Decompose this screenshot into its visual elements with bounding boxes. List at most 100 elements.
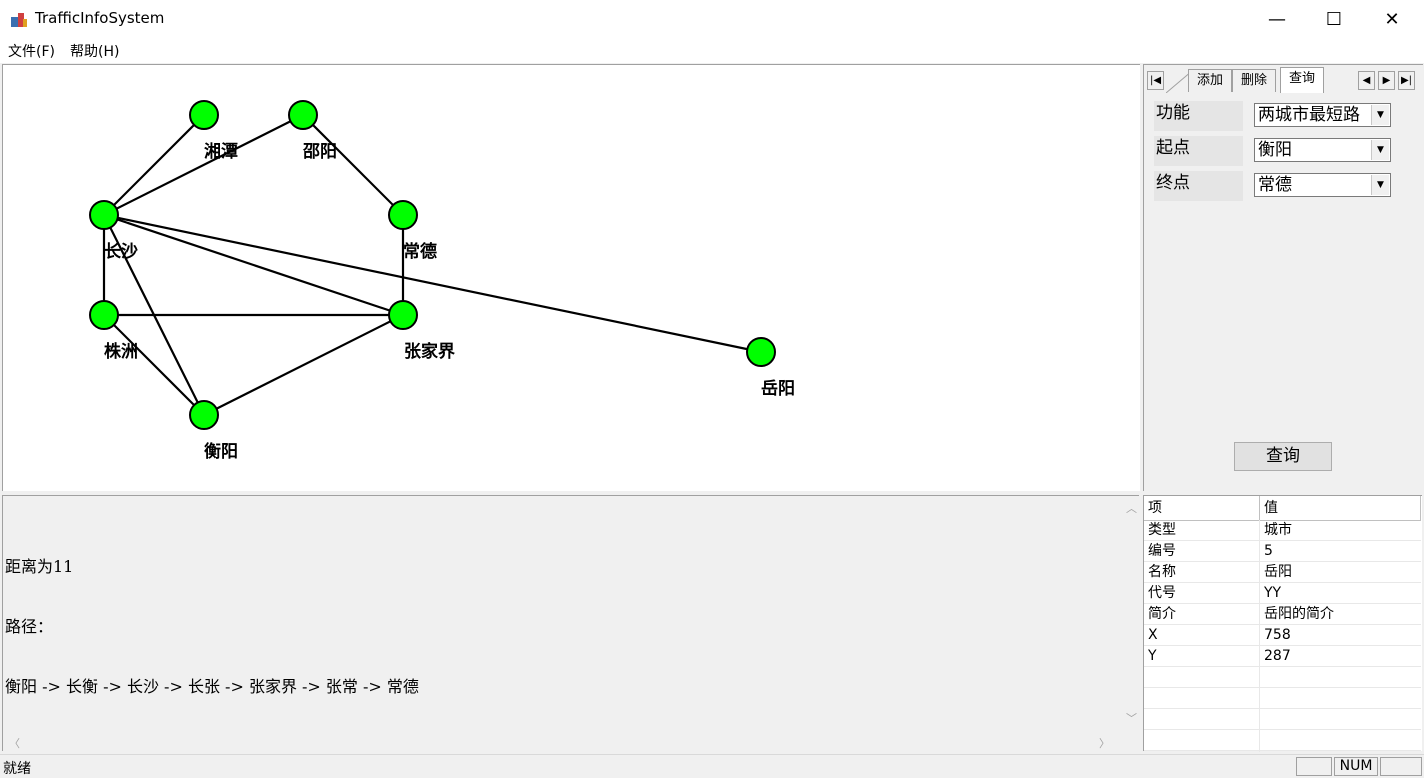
- start-row: 起点 衡阳 ▼: [1154, 136, 1416, 167]
- property-value: 758: [1264, 627, 1291, 643]
- header-item[interactable]: 项: [1144, 496, 1260, 520]
- prev-tab-icon[interactable]: ◀: [1358, 71, 1375, 90]
- city-node[interactable]: [89, 200, 119, 230]
- query-button[interactable]: 查询: [1234, 442, 1332, 471]
- road-edge: [103, 114, 205, 216]
- title-bar: TrafficInfoSystem — ☐ ✕: [0, 0, 1424, 38]
- property-value: [1260, 709, 1421, 729]
- property-row[interactable]: [1144, 688, 1421, 709]
- property-key: [1144, 667, 1260, 687]
- property-key: 名称: [1148, 564, 1176, 580]
- city-node[interactable]: [746, 337, 776, 367]
- property-row[interactable]: 简介 岳阳的简介: [1144, 604, 1421, 625]
- property-row[interactable]: Y 287: [1144, 646, 1421, 667]
- city-node[interactable]: [189, 100, 219, 130]
- chevron-down-icon[interactable]: ▼: [1371, 175, 1389, 195]
- column-divider: [1259, 520, 1260, 752]
- property-key: 代号: [1148, 585, 1176, 601]
- window-title: TrafficInfoSystem: [35, 9, 165, 27]
- status-panel-blank-2: [1380, 757, 1422, 776]
- property-key: X: [1148, 627, 1158, 643]
- maximize-icon: ☐: [1325, 8, 1343, 30]
- property-row[interactable]: 类型 城市: [1144, 520, 1421, 541]
- menu-file[interactable]: 文件(F): [8, 41, 55, 61]
- start-select[interactable]: 衡阳 ▼: [1254, 138, 1391, 162]
- output-pane[interactable]: 距离为11 路径： 衡阳 -> 长衡 -> 长沙 -> 长张 -> 张家界 ->…: [2, 495, 1139, 751]
- property-row[interactable]: [1144, 730, 1421, 751]
- header-value[interactable]: 值: [1260, 496, 1421, 520]
- output-text: 距离为11 路径： 衡阳 -> 长衡 -> 长沙 -> 长张 -> 张家界 ->…: [5, 517, 419, 737]
- city-label: 株洲: [104, 341, 138, 362]
- property-row[interactable]: 名称 岳阳: [1144, 562, 1421, 583]
- graph-view[interactable]: 湘潭 邵阳 长沙 常德 株洲 张家界 岳阳 衡阳: [2, 64, 1140, 491]
- city-node[interactable]: [388, 200, 418, 230]
- property-value: YY: [1264, 585, 1282, 601]
- road-edge: [103, 213, 404, 317]
- status-text: 就绪: [3, 761, 31, 777]
- city-label: 衡阳: [204, 441, 238, 462]
- property-value: [1260, 730, 1421, 750]
- chevron-down-icon[interactable]: ▼: [1371, 105, 1389, 125]
- property-row[interactable]: [1144, 667, 1421, 688]
- function-label: 功能: [1154, 101, 1243, 131]
- chevron-down-icon[interactable]: ▼: [1371, 140, 1389, 160]
- control-panel: |◀ 添加 删除 查询 ◀ ▶ ▶| 功能 两城市最短路 ▼ 起点 衡阳 ▼ 终…: [1143, 64, 1423, 491]
- property-grid[interactable]: 项 值 类型 城市编号 5 名称 岳阳代号 YY 简介 岳阳的简介 X 758 Y 287: [1143, 495, 1422, 752]
- close-icon: ✕: [1384, 8, 1400, 30]
- close-button[interactable]: ✕: [1363, 0, 1421, 38]
- property-value: 287: [1264, 648, 1291, 664]
- next-tab-icon[interactable]: ▶: [1378, 71, 1395, 90]
- property-key: [1144, 688, 1260, 708]
- city-label: 岳阳: [761, 379, 795, 399]
- menu-help[interactable]: 帮助(H): [70, 41, 119, 61]
- city-node[interactable]: [89, 300, 119, 330]
- property-key: 简介: [1148, 606, 1176, 622]
- property-value: 城市: [1264, 522, 1292, 538]
- property-row[interactable]: [1144, 709, 1421, 730]
- output-line-path-label: 路径：: [5, 617, 54, 636]
- property-key: [1144, 730, 1260, 750]
- city-graph[interactable]: 湘潭 邵阳长沙 常德株洲 张家界岳阳衡阳: [3, 65, 1140, 491]
- maximize-button[interactable]: ☐: [1305, 0, 1363, 38]
- scroll-right-icon[interactable]: 〉: [1099, 735, 1110, 751]
- vertical-scrollbar[interactable]: ︿ ﹀: [1122, 496, 1139, 734]
- minimize-icon: —: [1268, 8, 1286, 30]
- tab-delete[interactable]: 删除: [1232, 69, 1277, 92]
- minimize-button[interactable]: —: [1248, 0, 1306, 38]
- property-value: 5: [1264, 543, 1273, 559]
- property-key: Y: [1148, 648, 1157, 664]
- city-label: 张家界: [404, 341, 455, 362]
- property-key: 编号: [1148, 543, 1176, 559]
- end-select[interactable]: 常德 ▼: [1254, 173, 1391, 197]
- road-edge: [103, 314, 205, 416]
- first-tab-icon[interactable]: |◀: [1147, 71, 1164, 90]
- output-line-distance: 距离为11: [5, 557, 74, 576]
- end-label: 终点: [1154, 171, 1243, 201]
- property-row[interactable]: 编号 5: [1144, 541, 1421, 562]
- property-header: 项 值: [1144, 496, 1421, 521]
- city-node[interactable]: [388, 300, 418, 330]
- function-select[interactable]: 两城市最短路 ▼: [1254, 103, 1391, 127]
- tab-add[interactable]: 添加: [1188, 69, 1233, 92]
- property-value: 岳阳: [1264, 564, 1292, 580]
- function-row: 功能 两城市最短路 ▼: [1154, 101, 1416, 132]
- property-value: [1260, 667, 1421, 687]
- scroll-down-icon[interactable]: ﹀: [1126, 710, 1137, 726]
- last-tab-icon[interactable]: ▶|: [1398, 71, 1415, 90]
- city-label: 邵阳: [302, 142, 337, 162]
- road-edge: [203, 314, 404, 416]
- output-line-path: 衡阳 -> 长衡 -> 长沙 -> 长张 -> 张家界 -> 张常 -> 常德: [5, 677, 419, 696]
- property-row[interactable]: 代号 YY: [1144, 583, 1421, 604]
- start-label: 起点: [1154, 136, 1243, 166]
- property-row[interactable]: X 758: [1144, 625, 1421, 646]
- property-key: 类型: [1148, 522, 1176, 538]
- city-node[interactable]: [189, 400, 219, 430]
- tab-query[interactable]: 查询: [1280, 67, 1325, 93]
- horizontal-scrollbar[interactable]: 〈 〉: [3, 734, 1121, 751]
- scroll-up-icon[interactable]: ︿: [1126, 500, 1137, 516]
- property-value: [1260, 688, 1421, 708]
- scroll-left-icon[interactable]: 〈: [9, 735, 20, 751]
- end-value: 常德: [1258, 175, 1292, 195]
- city-node[interactable]: [288, 100, 318, 130]
- start-value: 衡阳: [1258, 140, 1292, 160]
